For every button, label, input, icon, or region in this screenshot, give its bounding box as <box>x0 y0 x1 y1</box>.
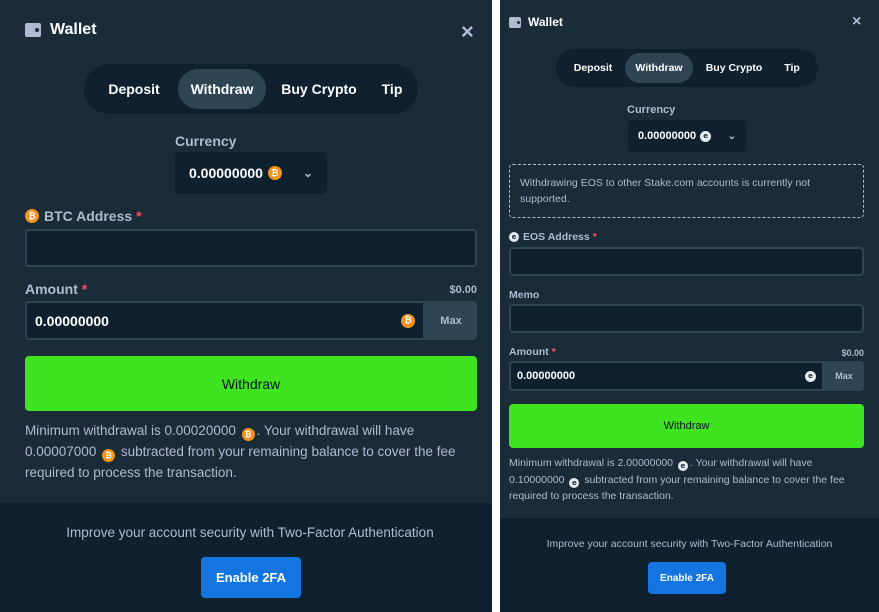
wallet-header: Wallet <box>509 15 563 29</box>
withdraw-button[interactable]: Withdraw <box>509 404 864 448</box>
tab-withdraw[interactable]: Withdraw <box>625 53 693 83</box>
bitcoin-icon: ₿ <box>102 449 116 462</box>
chevron-down-icon: ⌄ <box>302 166 313 180</box>
eos-icon: e <box>677 461 688 472</box>
currency-selector[interactable]: 0.00000000 ₿ ⌄ <box>175 152 327 194</box>
wallet-icon <box>509 16 521 28</box>
tab-deposit[interactable]: Deposit <box>561 53 625 83</box>
security-message: Improve your account security with Two-F… <box>546 538 833 550</box>
bitcoin-icon: ₿ <box>25 209 39 223</box>
amount-input[interactable]: 0.00000000 ₿ <box>25 301 425 340</box>
bitcoin-icon: ₿ <box>267 166 282 180</box>
currency-value: 0.00000000 <box>638 130 697 142</box>
security-footer: Improve your account security with Two-F… <box>0 503 500 612</box>
note-min: Minimum withdrawal is 2.00000000 <box>509 457 673 469</box>
tab-buy-crypto[interactable]: Buy Crypto <box>693 53 775 83</box>
memo-label: Memo <box>509 289 540 301</box>
wallet-tabs: Deposit Withdraw Buy Crypto Tip <box>84 64 418 114</box>
amount-value: 0.00000000 <box>517 370 576 382</box>
btc-address-label: BTC Address <box>44 208 133 224</box>
eos-icon: e <box>805 370 816 382</box>
enable-2fa-button[interactable]: Enable 2FA <box>201 557 301 598</box>
close-icon[interactable]: × <box>461 19 474 45</box>
amount-group: 0.00000000 ₿ Max <box>25 301 477 340</box>
close-icon[interactable]: × <box>852 13 861 31</box>
note-mid: . Your withdrawal will have <box>689 457 813 469</box>
eos-icon: e <box>700 130 712 142</box>
currency-selector[interactable]: 0.00000000 e ⌄ <box>628 120 746 152</box>
required-mark: * <box>551 346 556 358</box>
note-min: Minimum withdrawal is 0.00020000 <box>25 423 236 438</box>
required-mark: * <box>136 208 142 224</box>
currency-value: 0.00000000 <box>189 165 263 181</box>
eos-address-label: EOS Address <box>523 231 590 243</box>
wallet-modal-eos: Wallet × Deposit Withdraw Buy Crypto Tip… <box>492 0 879 612</box>
wallet-tabs: Deposit Withdraw Buy Crypto Tip <box>556 49 818 87</box>
amount-value: 0.00000000 <box>35 312 109 329</box>
required-mark: * <box>592 231 597 243</box>
wallet-title: Wallet <box>528 15 563 29</box>
enable-2fa-button[interactable]: Enable 2FA <box>648 562 726 594</box>
amount-usd: $0.00 <box>841 348 864 358</box>
tab-deposit[interactable]: Deposit <box>90 69 178 109</box>
currency-label: Currency <box>175 133 237 149</box>
note-fee: 0.10000000 <box>509 473 565 486</box>
tab-tip[interactable]: Tip <box>372 69 412 109</box>
required-mark: * <box>81 281 88 297</box>
amount-input[interactable]: 0.00000000 e <box>509 361 824 391</box>
tab-buy-crypto[interactable]: Buy Crypto <box>266 69 372 109</box>
amount-label-row: Amount * <box>509 346 556 358</box>
eos-warning: Withdrawing EOS to other Stake.com accou… <box>509 164 864 218</box>
withdraw-button[interactable]: Withdraw <box>25 356 477 411</box>
security-message: Improve your account security with Two-F… <box>66 525 434 540</box>
eos-address-input[interactable] <box>509 247 864 276</box>
wallet-title: Wallet <box>50 21 97 38</box>
max-button[interactable]: Max <box>425 301 477 340</box>
max-button[interactable]: Max <box>824 361 864 391</box>
bitcoin-icon: ₿ <box>241 428 255 441</box>
chevron-down-icon: ⌄ <box>727 130 736 142</box>
eos-address-label-row: e EOS Address * <box>509 231 597 243</box>
currency-label: Currency <box>627 104 676 116</box>
note-mid: . Your withdrawal will have <box>256 423 415 438</box>
note-fee: 0.00007000 <box>25 444 97 459</box>
security-footer: Improve your account security with Two-F… <box>500 518 879 612</box>
eos-icon: e <box>569 477 580 488</box>
eos-icon: e <box>509 232 519 242</box>
wallet-header: Wallet <box>25 21 97 39</box>
amount-usd: $0.00 <box>449 284 477 296</box>
amount-label-row: Amount * <box>25 281 87 297</box>
amount-label: Amount <box>25 281 78 297</box>
wallet-modal-btc: Wallet × Deposit Withdraw Buy Crypto Tip… <box>0 0 500 612</box>
btc-address-label-row: ₿ BTC Address * <box>25 208 142 224</box>
amount-group: 0.00000000 e Max <box>509 361 864 391</box>
withdraw-fee-note: Minimum withdrawal is 2.00000000 e. Your… <box>509 455 869 505</box>
bitcoin-icon: ₿ <box>401 313 415 328</box>
withdraw-fee-note: Minimum withdrawal is 0.00020000 ₿. Your… <box>25 420 475 483</box>
memo-input[interactable] <box>509 304 864 333</box>
amount-label: Amount <box>509 346 549 358</box>
tab-withdraw[interactable]: Withdraw <box>178 69 266 109</box>
btc-address-input[interactable] <box>25 229 477 267</box>
wallet-icon <box>25 23 41 37</box>
tab-tip[interactable]: Tip <box>775 53 809 83</box>
